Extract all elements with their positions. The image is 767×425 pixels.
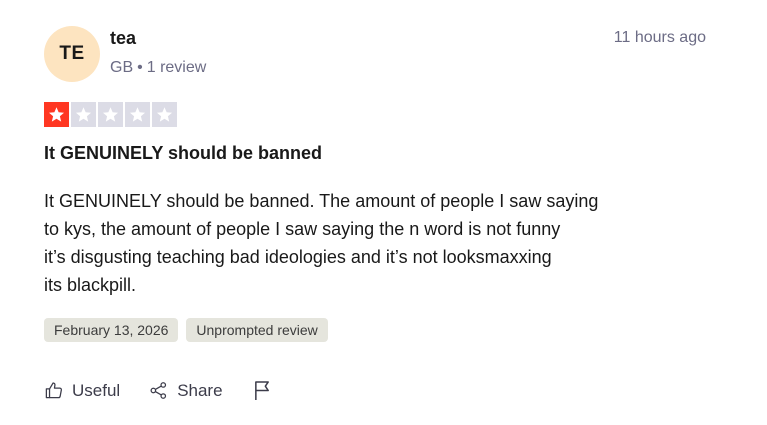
star-icon: [129, 107, 146, 122]
meta-separator: •: [137, 59, 143, 76]
star-3: [98, 102, 123, 127]
review-timestamp: 11 hours ago: [613, 29, 706, 46]
review-type-badge[interactable]: Unprompted review: [186, 318, 328, 342]
star-5: [152, 102, 177, 127]
star-1: [44, 102, 69, 127]
star-icon: [156, 107, 173, 122]
star-icon: [48, 107, 65, 122]
avatar-initials: TE: [59, 43, 85, 64]
review-title[interactable]: It GENUINELY should be banned: [44, 143, 322, 164]
share-button[interactable]: Share: [149, 380, 223, 401]
star-2: [71, 102, 96, 127]
share-label: Share: [177, 380, 223, 400]
star-icon: [102, 107, 119, 122]
review-body: It GENUINELY should be banned. The amoun…: [44, 187, 704, 299]
star-icon: [75, 107, 92, 122]
useful-button[interactable]: Useful: [44, 381, 120, 401]
review-body-line: It GENUINELY should be banned. The amoun…: [44, 191, 599, 211]
review-body-line: it’s disgusting teaching bad ideologies …: [44, 247, 552, 267]
author-country: GB: [110, 59, 134, 76]
avatar[interactable]: TE: [44, 26, 100, 82]
review-tags: February 13, 2026 Unprompted review: [44, 318, 328, 342]
author-name[interactable]: tea: [110, 28, 136, 49]
star-4: [125, 102, 150, 127]
thumbs-up-icon: [45, 382, 62, 399]
useful-label: Useful: [72, 380, 121, 400]
flag-icon: [254, 381, 269, 400]
review-card: TE tea GB • 1 review 11 hours ago It GEN…: [0, 0, 767, 425]
author-review-count: 1 review: [146, 59, 207, 76]
review-body-line: its blackpill.: [44, 275, 137, 295]
review-actions: Useful Share: [44, 380, 272, 401]
star-rating: [44, 102, 177, 127]
share-icon: [150, 382, 167, 399]
date-of-experience-badge: February 13, 2026: [44, 318, 179, 342]
report-button[interactable]: [253, 380, 272, 401]
author-meta: GB • 1 review: [110, 59, 206, 77]
review-body-line: to kys, the amount of people I saw sayin…: [44, 219, 561, 239]
